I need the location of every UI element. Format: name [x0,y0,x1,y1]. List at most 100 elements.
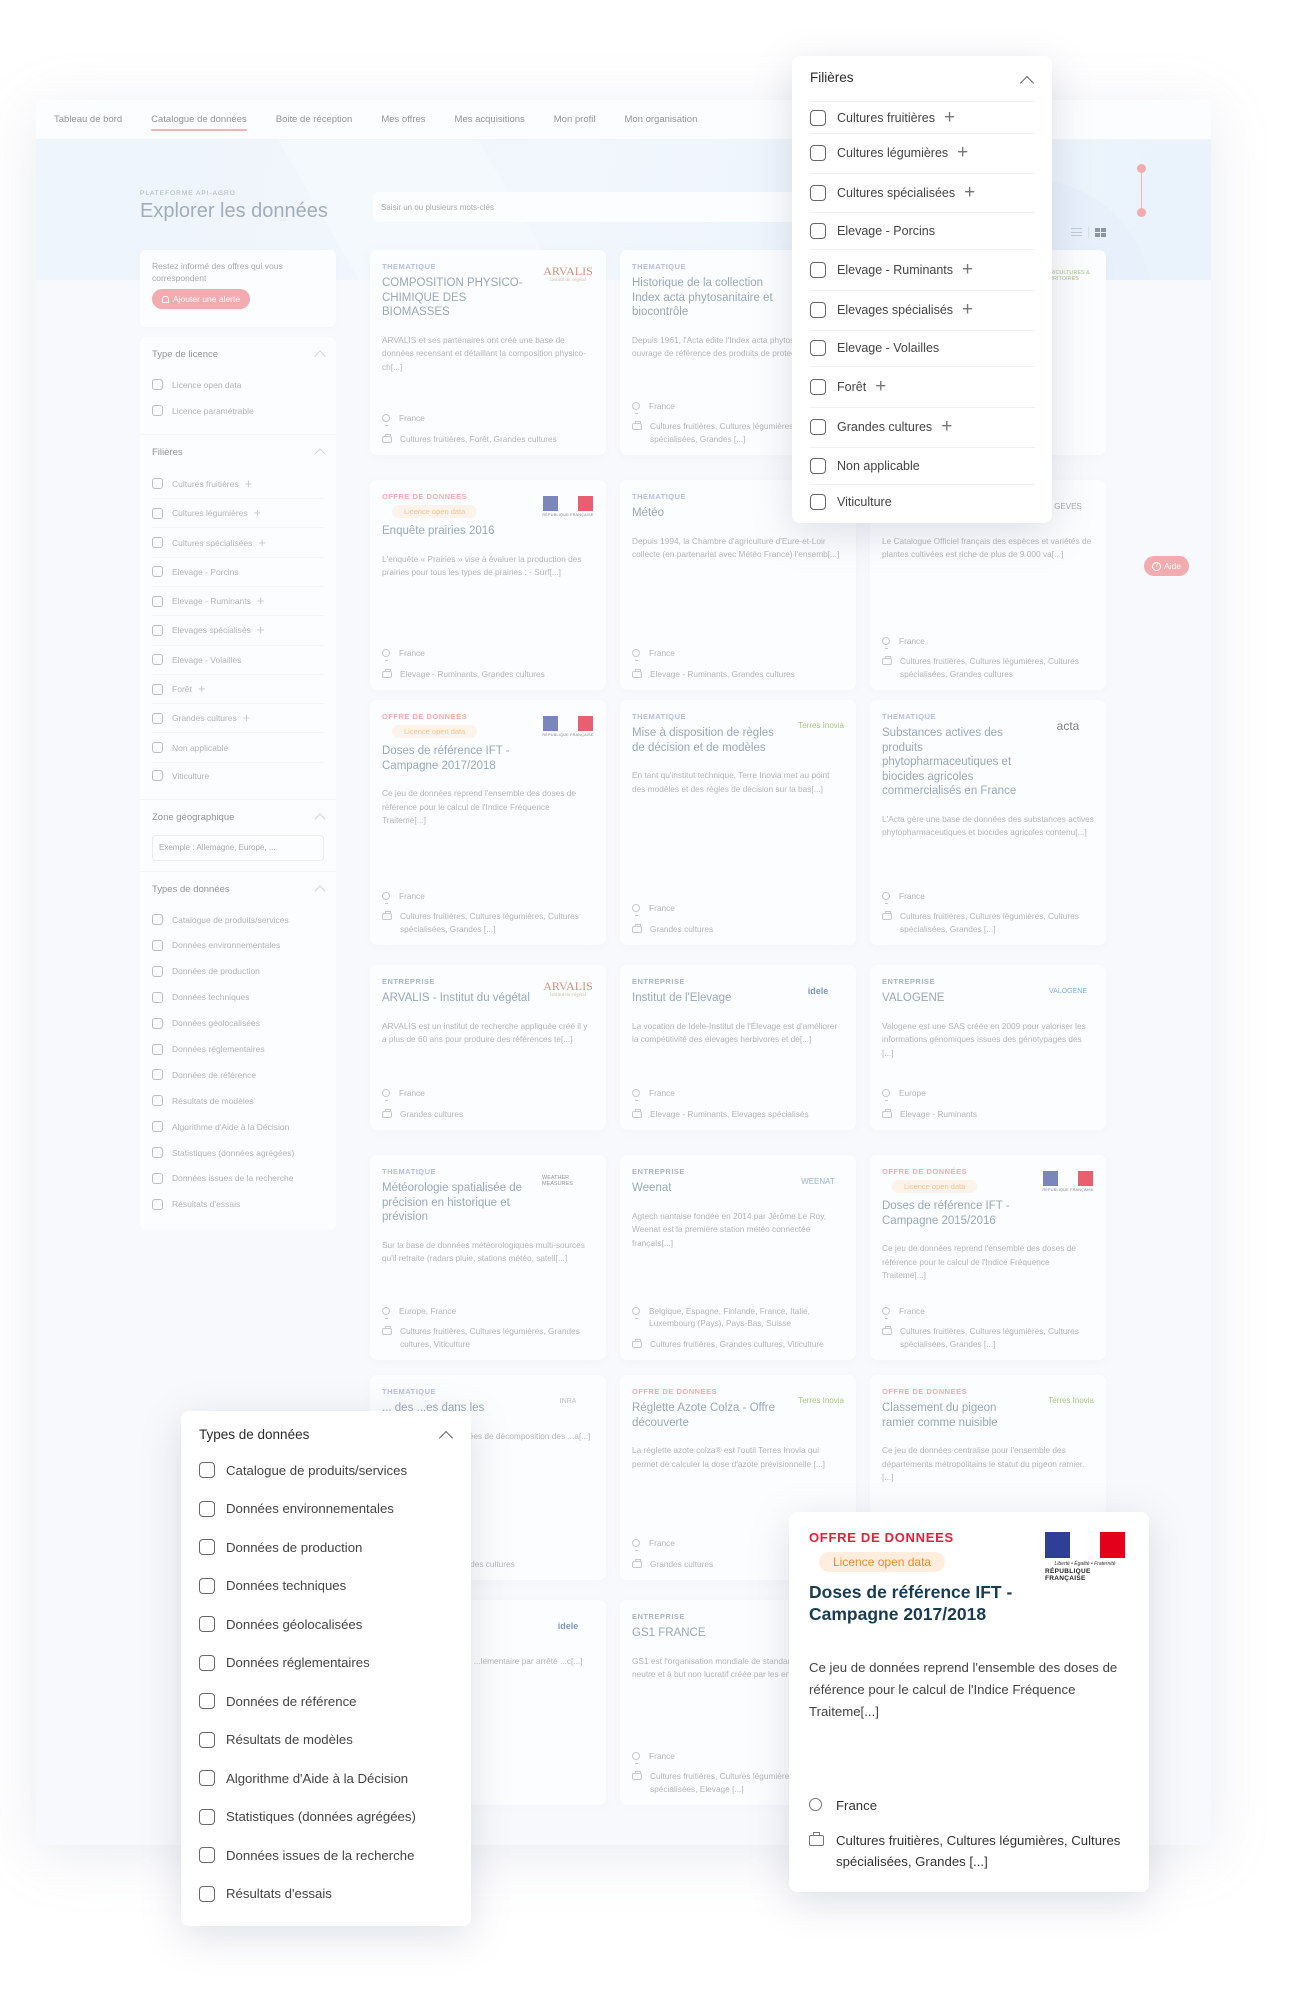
plus-icon[interactable]: + [198,682,206,695]
checkbox[interactable] [152,770,163,782]
checkbox[interactable] [152,1069,163,1081]
overlay-filiere-option[interactable]: Cultures légumières + [810,133,1035,173]
dataset-card[interactable]: OFFRE DE DONNÉES Licence open data Doses d… [870,1155,1106,1360]
overlay-type-option[interactable]: Résultats de modèles [199,1721,453,1760]
checkbox[interactable] [152,914,163,926]
filter-option[interactable]: Cultures spécialisées + [152,528,324,558]
overlay-type-option[interactable]: Algorithme d'Aide à la Décision [199,1759,453,1798]
filter-option[interactable]: Elevage - Ruminants + [152,587,324,617]
nav-tab[interactable]: Boite de réception [276,100,353,140]
filter-option[interactable]: Forêt + [152,675,324,705]
checkbox[interactable] [199,1616,215,1633]
checkbox[interactable] [199,1847,215,1864]
overlay-filiere-option[interactable]: Non applicable [810,447,1035,484]
card-title[interactable]: Réglette Azote Colza - Offre découverte [632,1401,782,1430]
checkbox[interactable] [152,566,163,578]
zone-input[interactable] [152,834,324,861]
card-title[interactable]: Météorologie spatialisée de précision en… [382,1181,532,1225]
plus-icon[interactable]: + [957,143,968,162]
checkbox[interactable] [810,145,826,162]
checkbox[interactable] [152,478,163,490]
plus-icon[interactable]: + [258,536,266,549]
filter-option[interactable]: Statistiques (données agrégées) [152,1140,324,1166]
overlay-filiere-option[interactable]: Elevage - Porcins [810,212,1035,249]
plus-icon[interactable]: + [941,417,952,436]
filter-option[interactable]: Catalogue de produits/services [152,907,324,933]
filter-option[interactable]: Données géolocalisées [152,1010,324,1036]
checkbox[interactable] [152,1147,163,1159]
card-title[interactable]: Weenat [632,1181,782,1196]
filter-option[interactable]: Grandes cultures + [152,704,324,734]
overlay-type-option[interactable]: Données de production [199,1528,453,1567]
filter-option[interactable]: Données de référence [152,1062,324,1088]
checkbox[interactable] [199,1577,215,1594]
nav-tab[interactable]: Catalogue de données [151,100,247,140]
overlay-type-option[interactable]: Données techniques [199,1567,453,1606]
checkbox[interactable] [199,1539,215,1556]
nav-tab[interactable]: Mes offres [381,100,425,140]
filter-option[interactable]: Elevage - Volailles [152,646,324,675]
checkbox[interactable] [199,1654,215,1671]
checkbox[interactable] [199,1731,215,1748]
checkbox[interactable] [152,742,163,754]
overlay-filiere-option[interactable]: Grandes cultures + [810,406,1035,448]
dataset-card[interactable]: THEMATIQUE Mise à disposition de règles d… [620,700,856,945]
filter-option[interactable]: Non applicable [152,733,324,763]
dataset-card[interactable]: OFFRE DE DONNEES Licence open data Doses d… [370,700,606,945]
nav-tab[interactable]: Mes acquisitions [455,100,525,140]
filter-option[interactable]: Licence open data [152,372,324,398]
dataset-card[interactable]: THEMATIQUE COMPOSITION PHYSICO-CHIMIQUE D… [370,250,606,455]
checkbox[interactable] [152,624,163,636]
overlay-filiere-option[interactable]: Cultures spécialisées + [810,172,1035,213]
card-title[interactable]: Historique de la collection Index acta p… [632,276,782,320]
dataset-card[interactable]: OFFRE DE DONNEES Licence open data Enquête… [370,480,606,690]
filter-option[interactable]: Données environnementales [152,933,324,959]
filter-option[interactable]: Viticulture [152,763,324,789]
filter-option[interactable]: Cultures fruitières + [152,470,324,500]
overlay-filiere-option[interactable]: Elevage - Volailles [810,329,1035,366]
checkbox[interactable] [152,379,163,391]
nav-tab[interactable]: Mon profil [554,100,596,140]
filter-option[interactable]: Elevage - Porcins [152,558,324,587]
card-title[interactable]: Institut de l'Elevage [632,991,782,1006]
grid-view-icon[interactable] [1095,227,1106,237]
checkbox[interactable] [152,405,163,417]
checkbox[interactable] [152,595,163,607]
checkbox[interactable] [152,507,163,519]
checkbox[interactable] [152,1172,163,1184]
filter-option[interactable]: Résultats de modèles [152,1088,324,1114]
overlay-type-option[interactable]: Résultats d'essais [199,1875,453,1914]
featured-offer-card[interactable]: OFFRE DE DONNEES Licence open data Liber… [789,1512,1149,1892]
filter-option[interactable]: Algorithme d'Aide à la Décision [152,1114,324,1140]
checkbox[interactable] [810,419,826,436]
plus-icon[interactable]: + [962,260,973,279]
plus-icon[interactable]: + [257,623,265,636]
checkbox[interactable] [152,1043,163,1055]
dataset-card[interactable]: ENTREPRISE Weenat Agtech nantaise fondée e… [620,1155,856,1360]
filter-option[interactable]: Résultats d'essais [152,1191,324,1217]
card-title[interactable]: Doses de référence IFT - Campagne 2015/2… [882,1199,1032,1228]
checkbox[interactable] [810,262,826,278]
card-title[interactable]: VALOGENE [882,991,1032,1006]
plus-icon[interactable]: + [243,711,251,724]
card-title[interactable]: Enquête prairies 2016 [382,524,532,539]
checkbox[interactable] [810,184,826,201]
dataset-card[interactable]: ENTREPRISE VALOGENE Valogene est une SAS c… [870,965,1106,1130]
checkbox[interactable] [199,1500,215,1517]
checkbox[interactable] [152,683,163,695]
filter-option[interactable]: Données techniques [152,984,324,1010]
dataset-card[interactable]: ENTREPRISE ARVALIS - Institut du végétal A… [370,965,606,1130]
checkbox[interactable] [810,340,826,356]
checkbox[interactable] [199,1808,215,1825]
checkbox[interactable] [152,965,163,977]
card-title[interactable]: ARVALIS - Institut du végétal [382,991,532,1006]
filter-option[interactable]: Données réglementaires [152,1036,324,1062]
overlay-filiere-option[interactable]: Viticulture [810,483,1035,520]
checkbox[interactable] [152,1198,163,1210]
card-title[interactable]: GS1 FRANCE [632,1626,782,1641]
overlay-type-option[interactable]: Données géolocalisées [199,1605,453,1644]
add-alert-button[interactable]: Ajouter une alerte [152,289,251,309]
plus-icon[interactable]: + [944,108,955,127]
dataset-card[interactable]: THEMATIQUE Substances actives des produit… [870,700,1106,945]
filter-option[interactable]: Données de production [152,958,324,984]
